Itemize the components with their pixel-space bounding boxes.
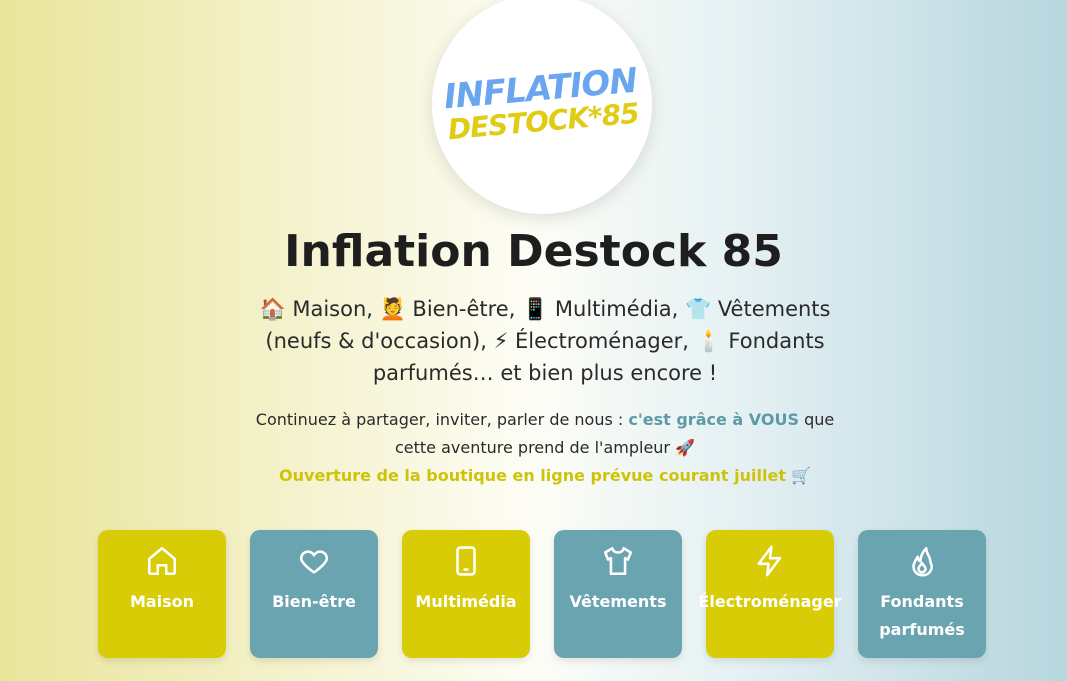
opening-text: Ouverture de la boutique en ligne prévue… (279, 466, 786, 485)
share-note: Continuez à partager, inviter, parler de… (200, 406, 890, 462)
share-note-end: que (798, 410, 835, 429)
heart-icon (299, 550, 329, 574)
house-icon (147, 546, 177, 576)
tagline-line1: 🏠 Maison, 💆 Bien-être, 📱 Multimédia, 👕 V… (259, 297, 831, 321)
shirt-icon (603, 546, 633, 576)
category-card-fondants-parfumes[interactable]: Fondants parfumés (858, 530, 986, 658)
category-label: Maison (129, 592, 195, 611)
category-cards: Maison Bien-être Multimédia Vêtements Él… (98, 530, 986, 658)
category-card-maison[interactable]: Maison (98, 530, 226, 658)
share-note-text: Continuez à partager, inviter, parler de… (255, 410, 629, 429)
flame-icon (912, 546, 933, 577)
category-label: Fondants parfumés (879, 592, 965, 639)
category-label: Bien-être (272, 592, 356, 611)
category-card-bien-etre[interactable]: Bien-être (250, 530, 378, 658)
category-card-multimedia[interactable]: Multimédia (402, 530, 530, 658)
share-note-highlight: c'est grâce à VOUS (628, 410, 799, 429)
cart-emoji: 🛒 (785, 466, 811, 485)
category-label: Vêtements (569, 592, 667, 611)
share-note-line2: cette aventure prend de l'ampleur 🚀 (394, 438, 696, 457)
tagline-line3: parfumés… et bien plus encore ! (372, 361, 718, 385)
category-label: Électroménager (698, 592, 842, 611)
logo-badge: INFLATION DESTOCK*85 (432, 0, 652, 214)
opening-note: Ouverture de la boutique en ligne prévue… (200, 462, 890, 490)
lightning-icon (757, 545, 782, 577)
smartphone-icon (456, 546, 476, 576)
category-label: Multimédia (415, 592, 517, 611)
page-title: Inflation Destock 85 (284, 226, 783, 277)
tagline: 🏠 Maison, 💆 Bien-être, 📱 Multimédia, 👕 V… (200, 293, 890, 389)
logo: INFLATION DESTOCK*85 (443, 61, 641, 146)
category-card-vetements[interactable]: Vêtements (554, 530, 682, 658)
category-card-electromenager[interactable]: Électroménager (698, 530, 842, 658)
tagline-line2: (neufs & d'occasion), ⚡ Électroménager, … (265, 329, 825, 353)
